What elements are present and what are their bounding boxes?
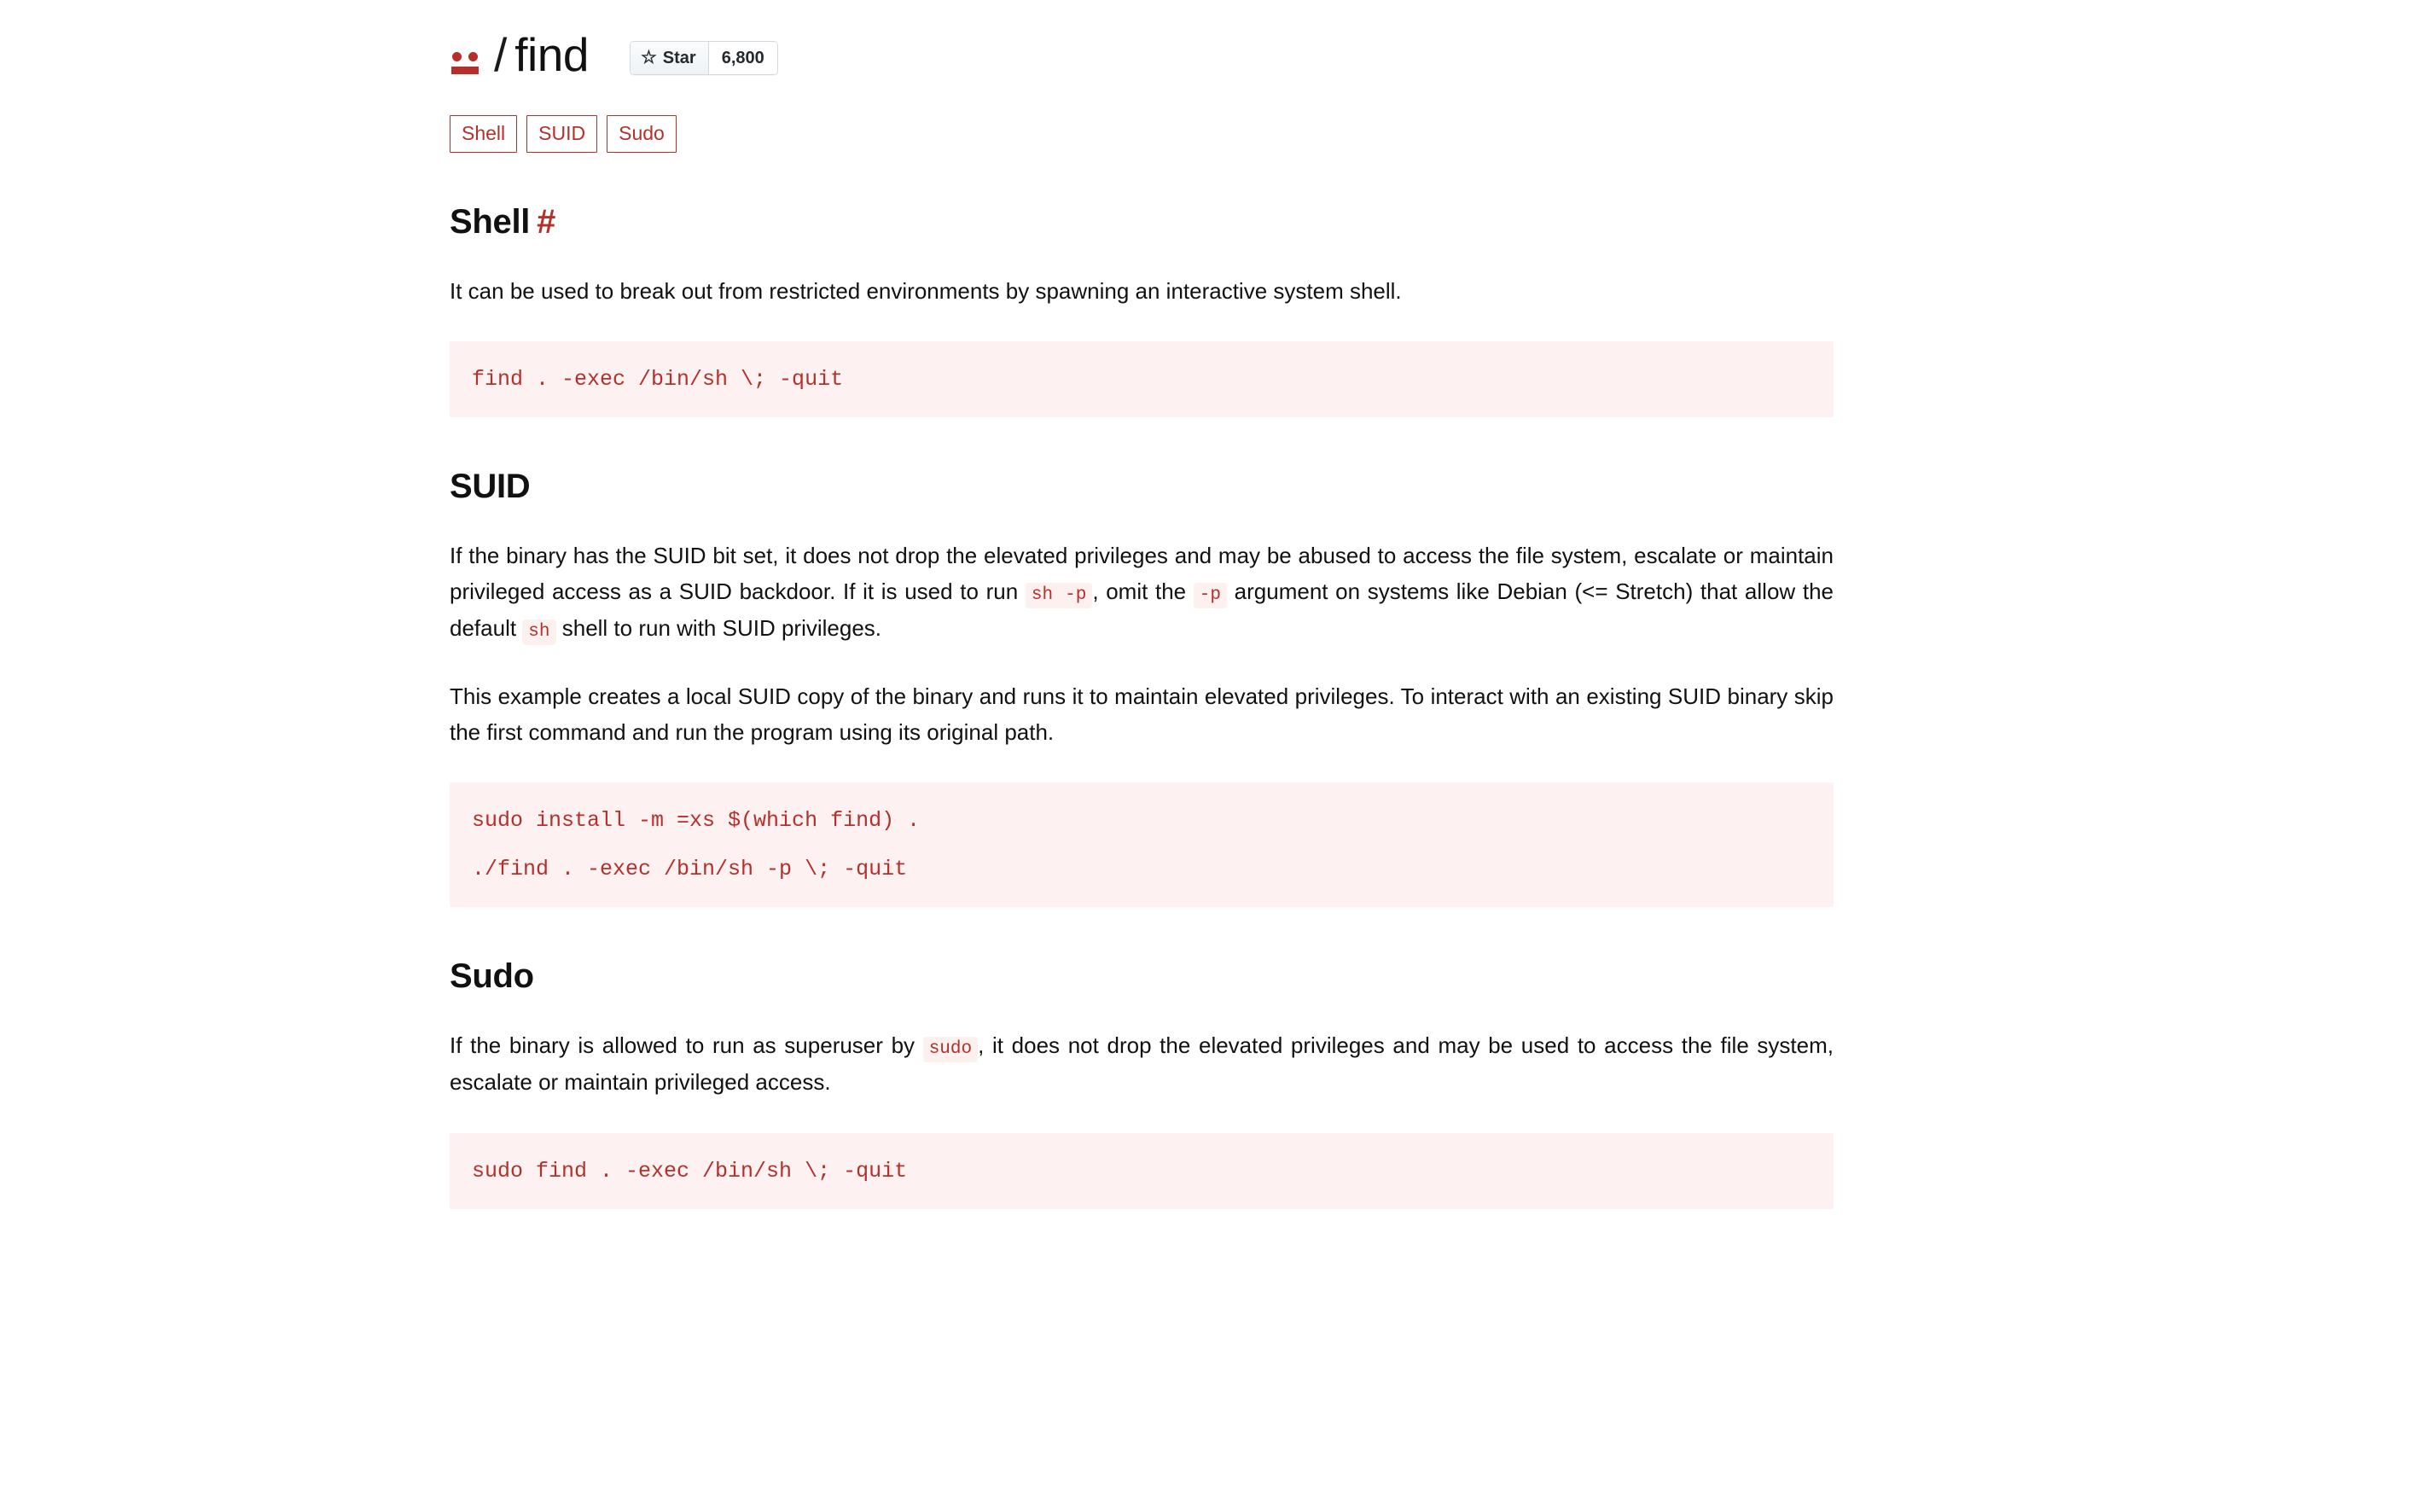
section-heading-sudo: Sudo# <box>450 957 1834 996</box>
section-paragraph: If the binary is allowed to run as super… <box>450 1032 1834 1096</box>
function-tag-list: Shell SUID Sudo <box>450 115 1834 153</box>
code-block-suid[interactable]: sudo install -m =xs $(which find) . ./fin… <box>450 782 1834 908</box>
section-heading-text: Sudo <box>450 957 534 996</box>
page-title: find <box>514 27 589 81</box>
inline-code: sudo <box>922 1037 979 1063</box>
logo-eye-right <box>468 52 478 61</box>
section-heading-shell: Shell # <box>450 202 1834 241</box>
github-star-widget[interactable]: ☆ Star 6,800 <box>629 41 778 75</box>
section-paragraph: This example creates a local SUID copy o… <box>450 683 1834 746</box>
section-heading-suid: SUID# <box>450 467 1834 506</box>
page-root: / find ☆ Star 6,800 Shell SUID Sudo Shel… <box>0 0 2418 1512</box>
section-shell: Shell # It can be used to break out from r… <box>450 202 1834 418</box>
section-heading-text: Shell <box>450 203 531 241</box>
logo-eye-left <box>452 52 462 61</box>
section-paragraph: If the binary has the SUID bit set, it d… <box>450 538 1834 647</box>
section-heading-text: SUID <box>450 468 531 506</box>
site-header: / find ☆ Star 6,800 <box>450 0 1834 81</box>
home-logo-link[interactable] <box>450 43 482 77</box>
code-block-shell[interactable]: find . -exec /bin/sh \; -quit <box>450 341 1834 418</box>
inline-code: sh <box>522 619 556 646</box>
logo-mouth <box>451 67 479 74</box>
function-tag-suid[interactable]: SUID <box>526 115 598 153</box>
star-button[interactable]: ☆ Star <box>630 42 709 74</box>
inline-code: -p <box>1193 583 1228 609</box>
section-sudo: Sudo# If the binary is allowed to run as … <box>450 957 1834 1209</box>
sections-container: Shell # It can be used to break out from r… <box>450 202 1834 1209</box>
star-outline-icon: ☆ <box>640 47 657 67</box>
function-tag-sudo[interactable]: Sudo <box>607 115 677 153</box>
code-line: find . -exec /bin/sh \; -quit <box>472 367 844 393</box>
gtfobins-face-icon <box>450 43 482 77</box>
code-block-sudo[interactable]: sudo find . -exec /bin/sh \; -quit <box>450 1132 1834 1209</box>
section-suid: SUID# If the binary has the SUID bit set,… <box>450 467 1834 908</box>
code-line: sudo find . -exec /bin/sh \; -quit <box>472 1158 908 1183</box>
code-line: ./find . -exec /bin/sh -p \; -quit <box>472 857 908 882</box>
content-column: / find ☆ Star 6,800 Shell SUID Sudo Shel… <box>450 0 1834 1209</box>
function-tag-shell[interactable]: Shell <box>450 115 518 153</box>
star-count[interactable]: 6,800 <box>708 42 777 74</box>
section-anchor-link-shell[interactable]: # <box>537 203 555 241</box>
star-button-label: Star <box>662 48 696 67</box>
code-line: sudo install -m =xs $(which find) . <box>472 808 921 834</box>
section-paragraph: It can be used to break out from restric… <box>450 278 1402 304</box>
inline-code: sh -p <box>1025 583 1093 609</box>
title-separator: / <box>494 27 507 81</box>
